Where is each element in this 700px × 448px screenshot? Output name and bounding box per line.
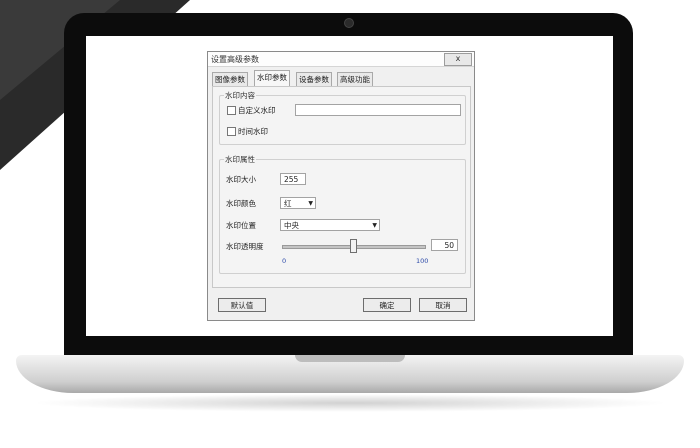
position-select[interactable]: 中央 ▼ [280,219,380,231]
transparency-label: 水印透明度 [226,242,264,251]
laptop-screen: 设置高级参数 x 图像参数 水印参数 设备参数 高级功能 水印内容 自定义水印 … [86,36,613,336]
color-label: 水印颜色 [226,199,256,208]
transparency-max-label: 100 [416,257,429,265]
chevron-down-icon: ▼ [308,200,313,207]
close-button[interactable]: x [444,53,472,66]
custom-watermark-input[interactable] [295,104,461,116]
dialog-title: 设置高级参数 [211,55,259,64]
tab-device-params[interactable]: 设备参数 [296,72,332,86]
position-value: 中央 [284,221,299,230]
watermark-attributes-title: 水印属性 [224,154,256,165]
color-value: 红 [284,199,292,208]
laptop-shadow [30,394,670,412]
watermark-content-title: 水印内容 [224,90,256,101]
cancel-button[interactable]: 取消 [419,298,467,312]
watermark-attributes-group: 水印属性 水印大小 255 水印颜色 红 ▼ 水印位置 中央 ▼ 水印透明度 5… [219,154,466,274]
time-watermark-label: 时间水印 [238,127,268,136]
transparency-min-label: 0 [282,257,287,265]
custom-watermark-checkbox[interactable] [227,106,236,115]
tab-advanced-features[interactable]: 高级功能 [337,72,373,86]
tab-image-params[interactable]: 图像参数 [212,72,248,86]
position-label: 水印位置 [226,221,256,230]
time-watermark-checkbox[interactable] [227,127,236,136]
size-input[interactable]: 255 [280,173,306,185]
custom-watermark-label: 自定义水印 [238,106,276,115]
default-button[interactable]: 默认值 [218,298,266,312]
transparency-input[interactable]: 50 [431,239,458,251]
laptop-notch [295,355,405,362]
camera-icon [344,18,354,28]
settings-dialog: 设置高级参数 x 图像参数 水印参数 设备参数 高级功能 水印内容 自定义水印 … [207,51,475,321]
transparency-slider-thumb[interactable] [350,239,357,253]
ok-button[interactable]: 确定 [363,298,411,312]
tab-watermark-params[interactable]: 水印参数 [254,70,290,86]
color-select[interactable]: 红 ▼ [280,197,316,209]
title-bar: 设置高级参数 x [208,52,474,67]
watermark-content-group: 水印内容 自定义水印 时间水印 [219,90,466,145]
watermark-panel: 水印内容 自定义水印 时间水印 水印属性 水印大小 255 水印颜色 红 ▼ 水… [212,86,471,288]
size-label: 水印大小 [226,175,256,184]
chevron-down-icon: ▼ [372,222,377,229]
